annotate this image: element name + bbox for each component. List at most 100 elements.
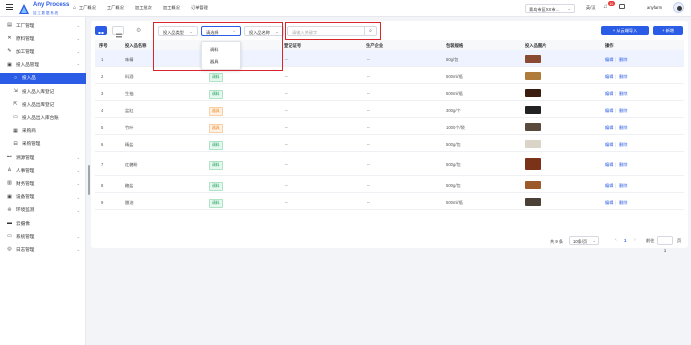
- language-switch[interactable]: 英/汉: [586, 5, 596, 10]
- menu-toggle-icon[interactable]: [6, 4, 13, 10]
- sidebar-item-4[interactable]: ○ 投入品: [0, 72, 86, 84]
- product-image[interactable]: [525, 71, 541, 80]
- add-button[interactable]: + 新增: [653, 26, 683, 35]
- table-row[interactable]: 5 竹叶 器具 -- -- 1000个/袋 编辑 | 删除: [95, 118, 684, 135]
- product-image[interactable]: [525, 105, 541, 114]
- next-page-icon[interactable]: ›: [634, 237, 636, 243]
- sidebar-item-label: 投入品: [22, 75, 36, 81]
- table-row[interactable]: 8 糖盐 调料 -- -- 500g/包 编辑 | 删除: [95, 176, 684, 193]
- chevron-down-icon: ⌄: [592, 238, 596, 243]
- delete-link[interactable]: 删除: [619, 183, 627, 189]
- list-view-button[interactable]: [112, 26, 124, 38]
- sidebar-item-3[interactable]: ▣ 投入品管理 ⌃: [0, 60, 86, 71]
- sidebar-item-17[interactable]: ◎ 日志管理 ⌄: [0, 244, 86, 255]
- edit-link[interactable]: 编辑: [605, 183, 613, 189]
- topnav-item-4[interactable]: 订单管理: [191, 5, 208, 10]
- category-tag: 调料: [209, 161, 223, 170]
- product-image[interactable]: [525, 158, 541, 170]
- page-size-select[interactable]: 10条/页 ⌄: [569, 236, 599, 245]
- delete-link[interactable]: 删除: [619, 125, 627, 131]
- cell-spec: 500g/包: [446, 182, 461, 188]
- outbound-icon: ⇱: [13, 101, 18, 108]
- delete-link[interactable]: 删除: [619, 57, 627, 63]
- delete-link[interactable]: 删除: [619, 108, 627, 114]
- product-image[interactable]: [525, 197, 541, 206]
- edit-link[interactable]: 编辑: [605, 74, 613, 80]
- category-tag: 调料: [209, 72, 223, 82]
- app-subtitle: 加 工 数 据 系 统: [33, 11, 59, 15]
- cell-maker: --: [367, 56, 370, 62]
- product-image[interactable]: [525, 139, 541, 148]
- bell-icon[interactable]: ♫: [603, 4, 608, 10]
- sidebar-item-2[interactable]: ✎ 加工管理 ⌄: [0, 46, 86, 57]
- sidebar-item-15[interactable]: ▬ 云摄像: [0, 218, 86, 229]
- edit-link[interactable]: 编辑: [605, 108, 613, 114]
- table-row[interactable]: 4 盆缸 器具 -- -- 300g/个 编辑 | 删除: [95, 101, 684, 118]
- sidebar-item-16[interactable]: ▭ 系统管理 ⌄: [0, 231, 86, 242]
- avatar[interactable]: [673, 2, 684, 13]
- home-icon[interactable]: ⌂: [73, 5, 76, 11]
- th-maker: 生产企业: [366, 43, 384, 48]
- factory-select[interactable]: 青岛市区XX市… ⌄: [525, 4, 575, 13]
- topnav-item-1[interactable]: 工厂概况: [107, 5, 124, 10]
- topnav-item-3[interactable]: 加工概况: [163, 5, 180, 10]
- product-image[interactable]: [525, 54, 541, 63]
- sidebar-item-12[interactable]: ▥ 财务管理 ⌄: [0, 178, 86, 189]
- settings-icon[interactable]: ⚙: [136, 27, 141, 34]
- prev-page-icon[interactable]: ‹: [615, 237, 617, 243]
- th-name: 投入品名称: [125, 43, 147, 48]
- sidebar-item-11[interactable]: ♙ 人事管理 ⌄: [0, 165, 86, 176]
- edit-link[interactable]: 编辑: [605, 200, 613, 206]
- sidebar-item-5[interactable]: ⇲ 投入品入库登记: [0, 86, 86, 97]
- message-icon[interactable]: [619, 4, 625, 9]
- sidebar-item-9[interactable]: ⊟ 采购管理: [0, 139, 86, 150]
- delete-link[interactable]: 删除: [619, 142, 627, 148]
- edit-link[interactable]: 编辑: [605, 142, 613, 148]
- sidebar-item-1[interactable]: ✕ 原料管理 ⌄: [0, 33, 86, 44]
- sidebar-item-label: 人事管理: [16, 167, 35, 173]
- table-row[interactable]: 7 红糖粉 调料 -- -- 500g/包 编辑 | 删除: [95, 152, 684, 176]
- cell-spec: 500g/包: [446, 141, 461, 147]
- page-suffix: 页: [677, 238, 682, 243]
- sidebar-scrollbar[interactable]: [88, 165, 90, 195]
- sidebar-item-7[interactable]: ▭ 投入品出入库台账: [0, 112, 86, 123]
- sidebar-item-0[interactable]: ▤ 工厂管理 ⌄: [0, 20, 86, 31]
- edit-link[interactable]: 编辑: [605, 125, 613, 131]
- delete-link[interactable]: 删除: [619, 91, 627, 97]
- sidebar: ▤ 工厂管理 ⌄ ✕ 原料管理 ⌄ ✎ 加工管理 ⌄ ▣ 投入品管理 ⌃ ○ 投入品 ⇲ 投入品入库登记 ⇱ 投入…: [0, 17, 86, 345]
- topnav-item-2[interactable]: 加工批次: [135, 5, 152, 10]
- sidebar-item-13[interactable]: ▣ 设备管理 ⌄: [0, 192, 86, 203]
- current-page[interactable]: 1: [624, 238, 626, 243]
- table-row[interactable]: 3 生抽 调料 -- -- 500ml/瓶 编辑 | 删除: [95, 84, 684, 101]
- goto-value: 1: [663, 248, 667, 253]
- cell-maker: --: [367, 199, 370, 205]
- sidebar-item-label: 溯源管理: [16, 154, 35, 160]
- edit-link[interactable]: 编辑: [605, 162, 613, 168]
- product-image[interactable]: [525, 88, 541, 97]
- monitor-icon: ▭: [7, 233, 12, 240]
- topnav-item-0[interactable]: 工厂概况: [79, 5, 96, 10]
- sidebar-item-label: 财务管理: [16, 180, 35, 186]
- cell-spec: 1000个/袋: [446, 124, 465, 130]
- sidebar-item-10[interactable]: ⊷ 溯源管理 ⌄: [0, 152, 86, 163]
- edit-link[interactable]: 编辑: [605, 91, 613, 97]
- table-row[interactable]: 6 精盐 调料 -- -- 500g/包 编辑 | 删除: [95, 135, 684, 152]
- import-cloud-button[interactable]: + 从云端导入: [601, 26, 649, 35]
- user-name[interactable]: anyfarm: [647, 5, 662, 10]
- delete-link[interactable]: 删除: [619, 74, 627, 80]
- action-divider: |: [615, 124, 617, 130]
- sidebar-item-14[interactable]: ❊ 环境监测 ⌄: [0, 205, 86, 216]
- delete-link[interactable]: 删除: [619, 162, 627, 168]
- cell-name: 料酒: [125, 73, 134, 79]
- delete-link[interactable]: 删除: [619, 200, 627, 206]
- goto-input[interactable]: 1: [657, 236, 673, 253]
- table-row[interactable]: 9 醋油 调料 -- -- 500ml/瓶 编辑 | 删除: [95, 193, 684, 210]
- grid-view-button[interactable]: [95, 26, 107, 37]
- edit-link[interactable]: 编辑: [605, 57, 613, 63]
- list-icon: [116, 33, 122, 38]
- product-image[interactable]: [525, 122, 541, 131]
- product-image[interactable]: [525, 180, 541, 189]
- goto-label: 前往: [646, 238, 655, 243]
- sidebar-item-8[interactable]: ▦ 采购商: [0, 126, 86, 137]
- sidebar-item-6[interactable]: ⇱ 投入品出库登记: [0, 99, 86, 110]
